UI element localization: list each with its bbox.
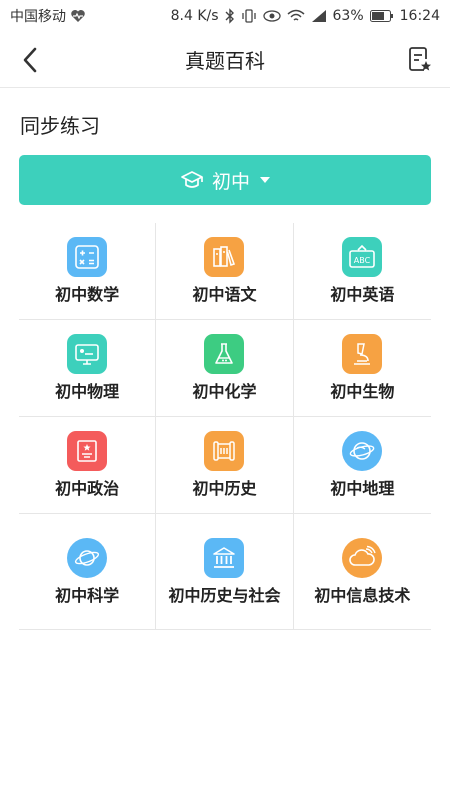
clock-time: 16:24	[399, 8, 440, 24]
globe-icon	[342, 431, 383, 471]
status-bar: 中国移动 8.4 K/s 63% 16:24	[0, 0, 450, 32]
grade-selector-button[interactable]: 初中	[19, 155, 431, 205]
subject-label: 初中历史与社会	[168, 585, 281, 605]
subject-row: 初中科学 初中历史与社会 初中信息技术	[19, 514, 431, 630]
calculator-icon	[67, 237, 108, 277]
subject-math[interactable]: 初中数学	[19, 223, 157, 319]
wifi-icon	[287, 9, 305, 23]
subject-biology[interactable]: 初中生物	[294, 320, 431, 416]
abc-board-icon: ABC	[342, 237, 383, 277]
battery-percent: 63%	[332, 8, 364, 24]
favorites-button[interactable]	[404, 44, 436, 76]
network-speed: 8.4 K/s	[170, 8, 219, 24]
subject-label: 初中语文	[192, 285, 257, 304]
eye-icon	[262, 10, 281, 22]
subject-row: 初中数学 初中语文 ABC 初中英语	[19, 223, 431, 320]
signal-4g-icon	[311, 9, 327, 23]
heart-health-icon	[70, 9, 86, 23]
back-button[interactable]	[14, 44, 46, 76]
subject-row: 初中物理 初中化学 初中生物	[19, 320, 431, 417]
subject-label: 初中化学	[192, 382, 257, 401]
subject-label: 初中科学	[55, 585, 120, 605]
subject-politics[interactable]: 初中政治	[19, 417, 157, 513]
grade-label: 初中	[211, 170, 250, 193]
subject-label: 初中物理	[55, 382, 120, 401]
battery-icon	[369, 10, 394, 22]
subject-geography[interactable]: 初中地理	[294, 417, 431, 513]
subject-history-society[interactable]: 初中历史与社会	[156, 514, 294, 629]
subject-label: 初中信息技术	[314, 585, 411, 605]
bluetooth-icon	[225, 8, 235, 24]
subject-it[interactable]: 初中信息技术	[294, 514, 431, 629]
monitor-icon	[67, 334, 108, 374]
section-title: 同步练习	[20, 114, 100, 138]
vibrate-icon	[241, 8, 257, 24]
svg-text:ABC: ABC	[354, 256, 371, 265]
museum-icon	[204, 537, 245, 578]
nav-bar: 真题百科	[0, 32, 450, 88]
page-title: 真题百科	[185, 49, 265, 73]
books-icon	[204, 237, 245, 277]
subject-physics[interactable]: 初中物理	[19, 320, 157, 416]
subject-label: 初中英语	[330, 285, 395, 304]
subject-chinese[interactable]: 初中语文	[156, 223, 294, 319]
chevron-left-icon	[23, 47, 37, 73]
flask-icon	[204, 334, 245, 374]
graduation-cap-icon	[181, 171, 203, 188]
planet-icon	[67, 537, 108, 578]
subject-label: 初中生物	[330, 382, 395, 401]
emblem-icon	[67, 431, 108, 471]
subject-science[interactable]: 初中科学	[19, 514, 157, 629]
document-star-icon	[409, 47, 431, 71]
subject-label: 初中数学	[55, 285, 120, 304]
subject-english[interactable]: ABC 初中英语	[294, 223, 431, 319]
carrier-name: 中国移动	[10, 9, 66, 25]
subject-history[interactable]: 初中历史	[156, 417, 294, 513]
subject-label: 初中政治	[55, 479, 120, 498]
caret-down-icon	[260, 177, 270, 183]
subject-chemistry[interactable]: 初中化学	[156, 320, 294, 416]
subject-grid: 初中数学 初中语文 ABC 初中英语 初中物理 初中化学 初中生物 初中政治 初…	[19, 223, 431, 630]
subject-label: 初中地理	[330, 479, 395, 498]
scroll-icon	[204, 431, 245, 471]
cloud-icon	[342, 537, 383, 578]
microscope-icon	[342, 334, 383, 374]
subject-label: 初中历史	[192, 479, 257, 498]
subject-row: 初中政治 初中历史 初中地理	[19, 417, 431, 514]
